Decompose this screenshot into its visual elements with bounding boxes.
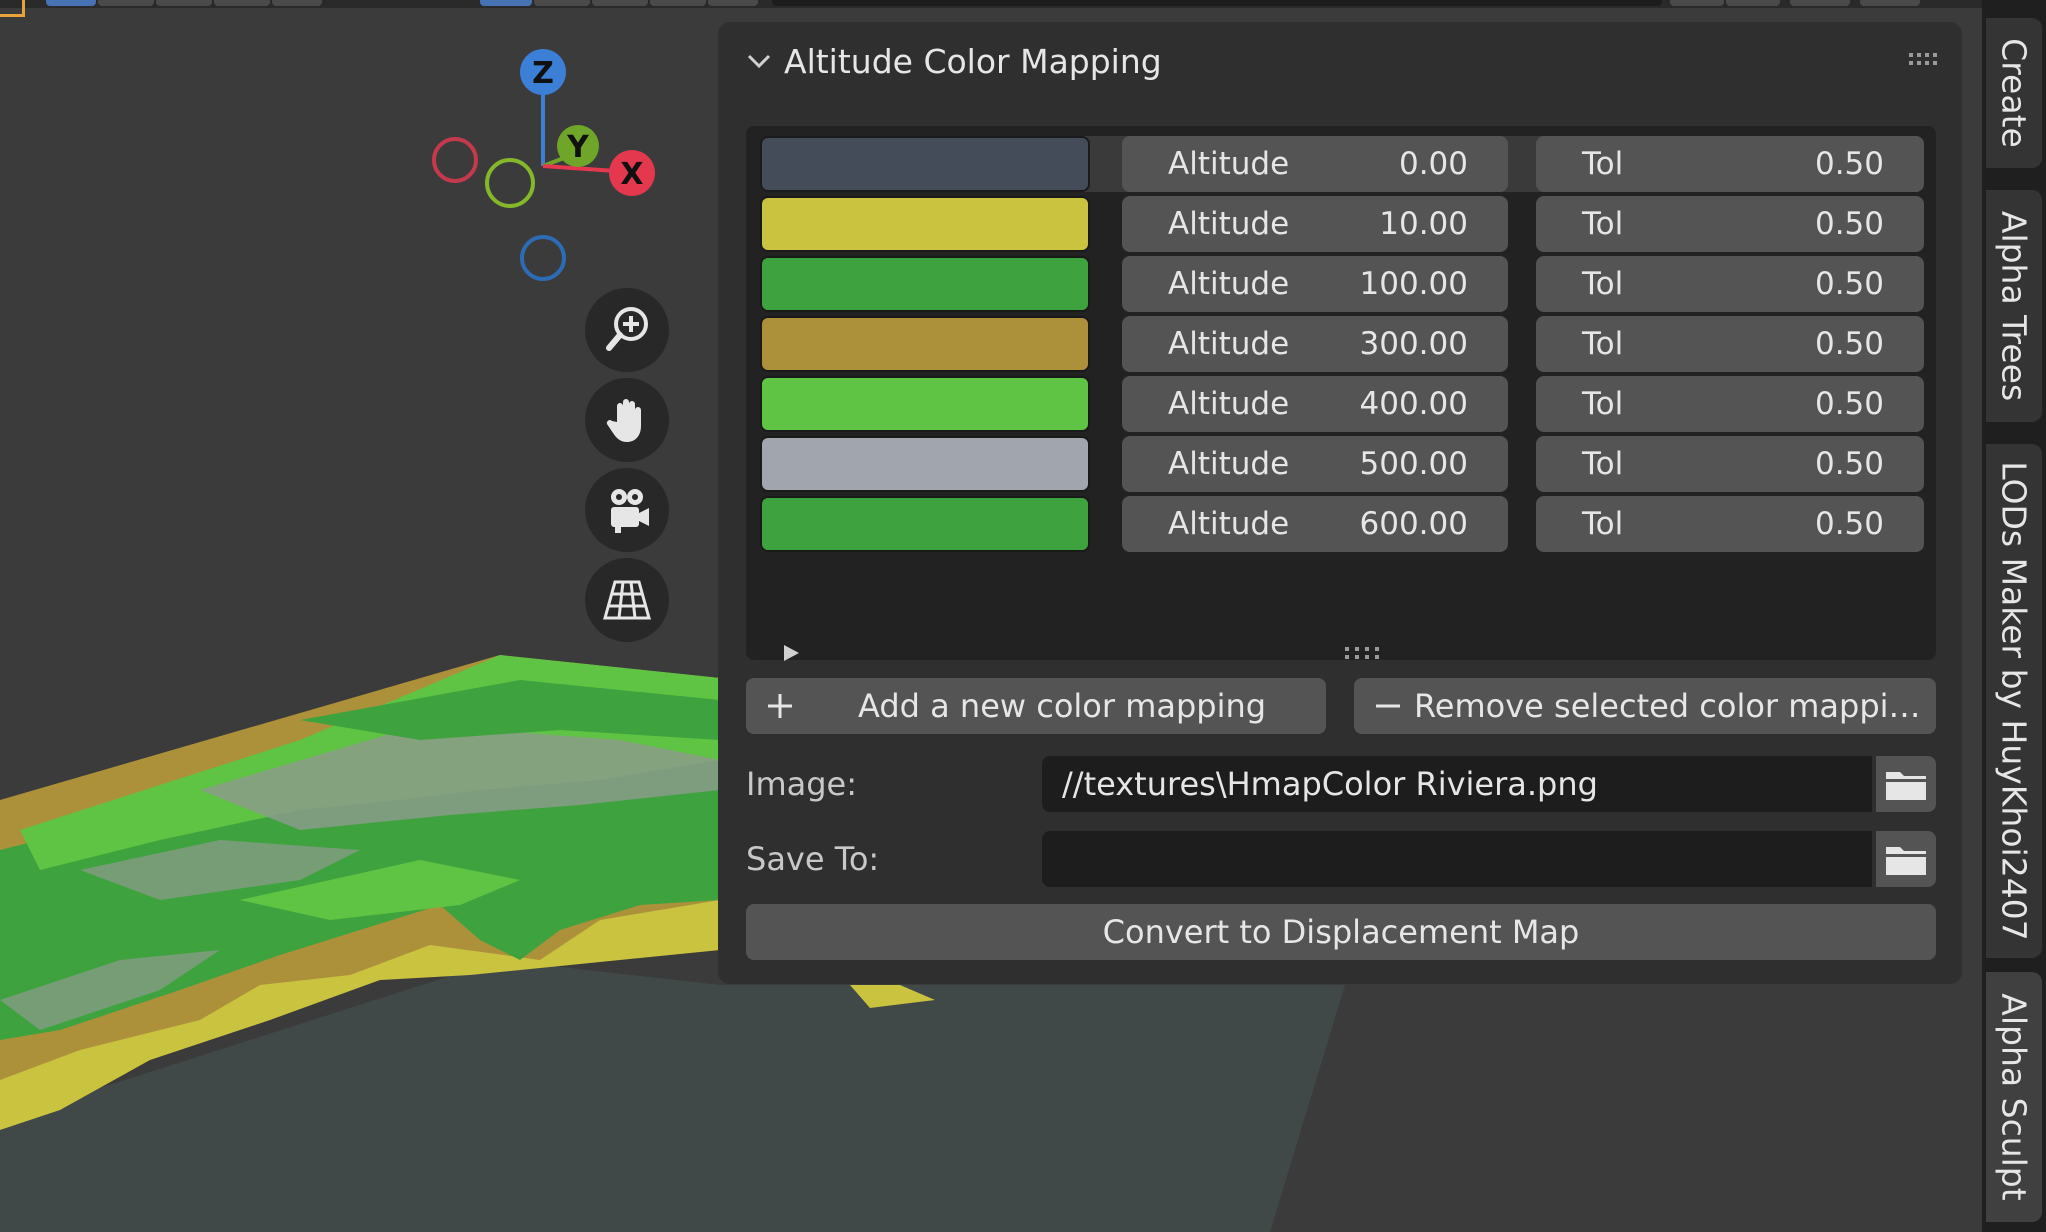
tab-create[interactable]: Create bbox=[1986, 18, 2042, 168]
panel-header[interactable]: Altitude Color Mapping bbox=[718, 22, 1962, 100]
tolerance-field[interactable]: Tol 0.50 bbox=[1536, 256, 1924, 312]
minus-icon bbox=[1376, 704, 1400, 708]
chevron-down-icon[interactable] bbox=[744, 46, 774, 76]
list-item[interactable]: Altitude 300.00 Tol 0.50 bbox=[760, 316, 1924, 372]
altitude-field[interactable]: Altitude 0.00 bbox=[1122, 136, 1508, 192]
list-item[interactable]: Altitude 0.00 Tol 0.50 bbox=[760, 136, 1924, 192]
zoom-button[interactable] bbox=[585, 288, 669, 372]
color-swatch[interactable] bbox=[760, 436, 1090, 492]
image-browse-button[interactable] bbox=[1876, 756, 1936, 812]
folder-icon bbox=[1886, 772, 1926, 800]
color-swatch[interactable] bbox=[760, 136, 1090, 192]
neg-z-axis-icon[interactable] bbox=[520, 235, 566, 281]
list-item[interactable]: Altitude 400.00 Tol 0.50 bbox=[760, 376, 1924, 432]
tab-lods-maker[interactable]: LODs Maker by HuyKhoi2407 bbox=[1986, 444, 2042, 958]
zoom-icon bbox=[606, 307, 648, 351]
svg-text:X: X bbox=[620, 157, 643, 192]
resize-grip-icon[interactable] bbox=[1344, 646, 1382, 660]
tolerance-field[interactable]: Tol 0.50 bbox=[1536, 196, 1924, 252]
list-item[interactable]: Altitude 500.00 Tol 0.50 bbox=[760, 436, 1924, 492]
image-path-input[interactable]: //textures\HmapColor Riviera.png bbox=[1042, 756, 1872, 812]
drag-grip-icon[interactable] bbox=[1908, 52, 1940, 66]
convert-to-displacement-button[interactable]: Convert to Displacement Map bbox=[746, 904, 1936, 960]
perspective-grid-icon bbox=[603, 580, 651, 620]
tolerance-field[interactable]: Tol 0.50 bbox=[1536, 316, 1924, 372]
panel-title: Altitude Color Mapping bbox=[784, 42, 1162, 81]
color-mapping-list[interactable]: Altitude 0.00 Tol 0.50 Altitude 10.00 Tol 0.… bbox=[746, 126, 1936, 661]
tolerance-field[interactable]: Tol 0.50 bbox=[1536, 496, 1924, 552]
add-color-mapping-button[interactable]: Add a new color mapping bbox=[746, 678, 1326, 734]
expand-triangle-icon[interactable] bbox=[780, 642, 802, 664]
neg-y-axis-icon[interactable] bbox=[485, 158, 535, 208]
save-to-browse-button[interactable] bbox=[1876, 831, 1936, 887]
color-swatch[interactable] bbox=[760, 376, 1090, 432]
save-to-path-input[interactable] bbox=[1042, 831, 1872, 887]
tab-alpha-trees[interactable]: Alpha Trees bbox=[1986, 190, 2042, 422]
tolerance-field[interactable]: Tol 0.50 bbox=[1536, 436, 1924, 492]
camera-view-button[interactable] bbox=[585, 468, 669, 552]
image-label: Image: bbox=[746, 765, 857, 803]
altitude-field[interactable]: Altitude 500.00 bbox=[1122, 436, 1508, 492]
tab-alpha-sculpt[interactable]: Alpha Sculpt bbox=[1986, 972, 2042, 1222]
altitude-field[interactable]: Altitude 300.00 bbox=[1122, 316, 1508, 372]
list-item[interactable]: Altitude 10.00 Tol 0.50 bbox=[760, 196, 1924, 252]
navigation-gizmo[interactable]: Z Y X bbox=[420, 40, 670, 300]
altitude-color-mapping-panel: Altitude Color Mapping Altitude 0.00 Tol 0… bbox=[718, 22, 1962, 984]
color-swatch[interactable] bbox=[760, 316, 1090, 372]
color-swatch[interactable] bbox=[760, 496, 1090, 552]
color-swatch[interactable] bbox=[760, 196, 1090, 252]
tolerance-field[interactable]: Tol 0.50 bbox=[1536, 136, 1924, 192]
svg-text:Z: Z bbox=[532, 56, 554, 91]
hand-pan-icon bbox=[606, 399, 641, 442]
perspective-toggle-button[interactable] bbox=[585, 558, 669, 642]
save-to-label: Save To: bbox=[746, 840, 880, 878]
altitude-field[interactable]: Altitude 400.00 bbox=[1122, 376, 1508, 432]
folder-icon bbox=[1886, 847, 1926, 875]
plus-icon bbox=[768, 694, 792, 718]
remove-color-mapping-button[interactable]: Remove selected color mappi… bbox=[1354, 678, 1936, 734]
altitude-field[interactable]: Altitude 100.00 bbox=[1122, 256, 1508, 312]
list-item[interactable]: Altitude 100.00 Tol 0.50 bbox=[760, 256, 1924, 312]
color-swatch[interactable] bbox=[760, 256, 1090, 312]
altitude-field[interactable]: Altitude 600.00 bbox=[1122, 496, 1508, 552]
altitude-field[interactable]: Altitude 10.00 bbox=[1122, 196, 1508, 252]
sidebar-tabs: Create Alpha Trees LODs Maker by HuyKhoi… bbox=[1982, 0, 2046, 1232]
svg-text:Y: Y bbox=[566, 130, 590, 165]
neg-x-axis-icon[interactable] bbox=[432, 137, 478, 183]
tolerance-field[interactable]: Tol 0.50 bbox=[1536, 376, 1924, 432]
camera-icon bbox=[611, 489, 649, 533]
list-item[interactable]: Altitude 600.00 Tol 0.50 bbox=[760, 496, 1924, 552]
pan-button[interactable] bbox=[585, 378, 669, 462]
